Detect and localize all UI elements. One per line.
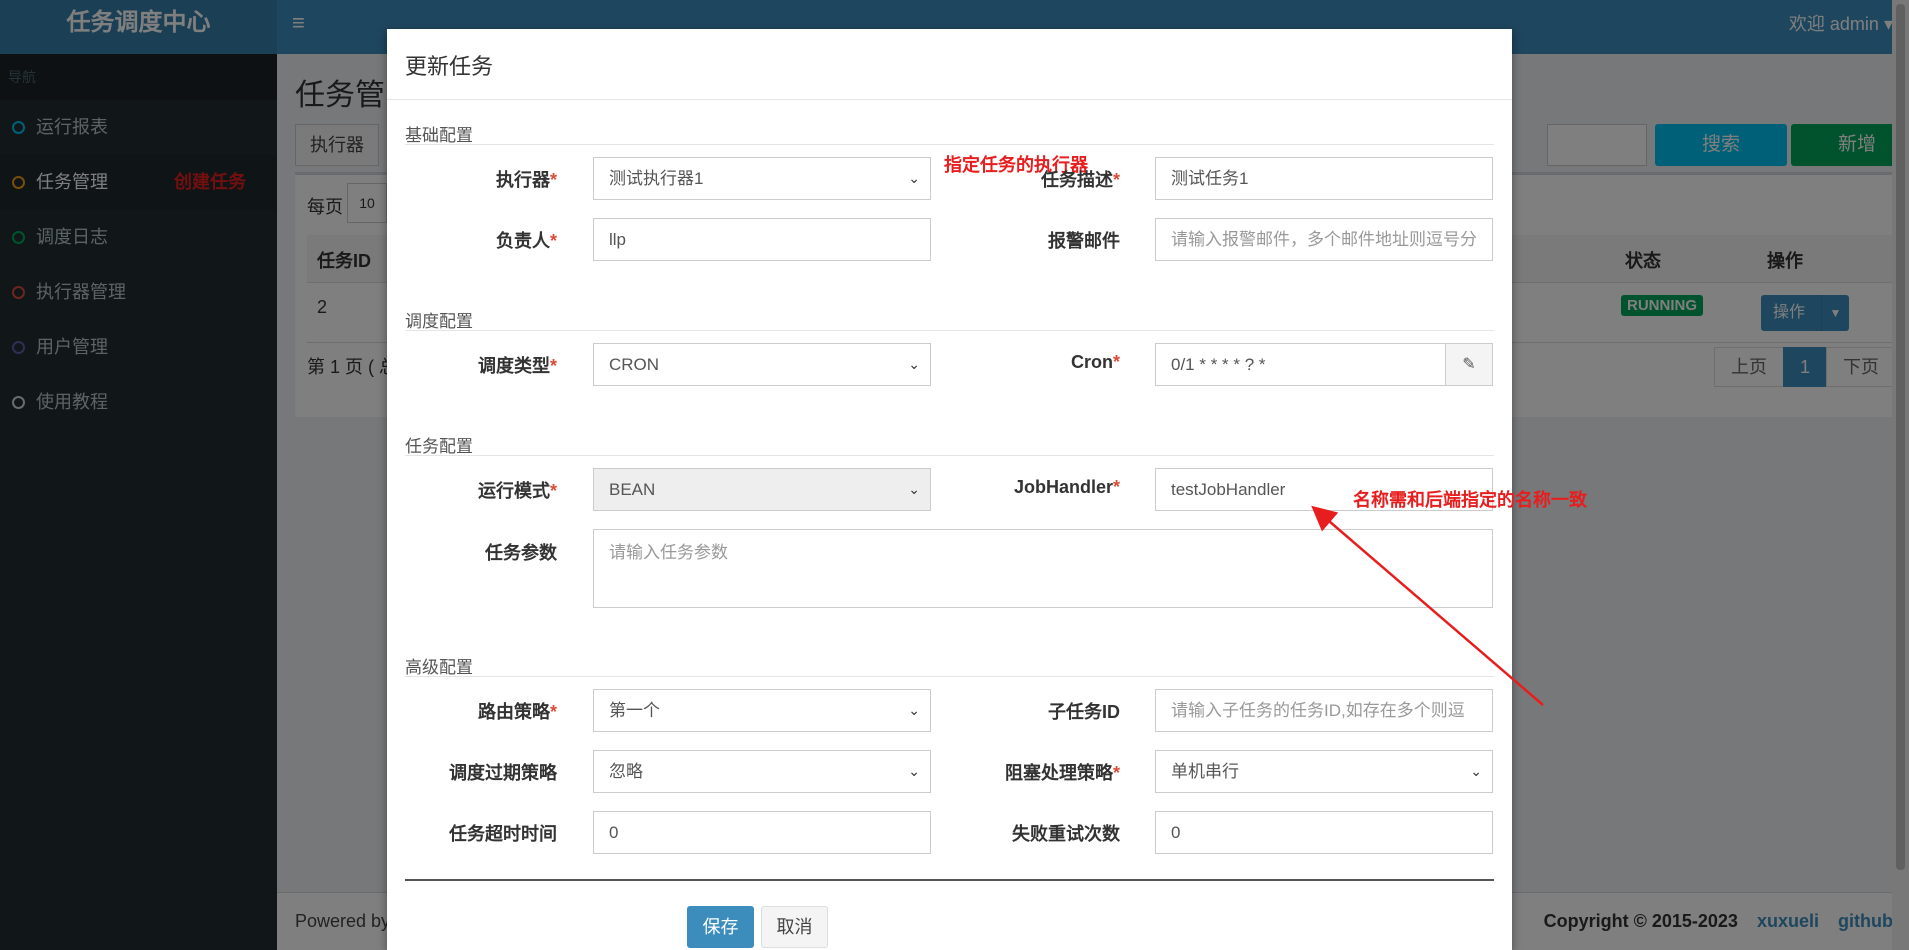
misfire-strategy-select[interactable]: 忽略 ⌄ (593, 750, 931, 793)
update-task-modal: 更新任务 基础配置 指定任务的执行器 执行器* 测试执行器1 ⌄ 任务描述* 测试… (387, 29, 1512, 950)
modal-header-divider (387, 99, 1512, 100)
owner-label: 负责人* (495, 231, 557, 251)
section-divider (405, 455, 1494, 456)
run-mode-select[interactable]: BEAN ⌄ (593, 468, 931, 511)
form-divider (405, 879, 1494, 881)
task-desc-input[interactable]: 测试任务1 (1155, 157, 1493, 200)
timeout-label: 任务超时时间 (449, 824, 557, 844)
section-advanced-config: 高级配置 (405, 658, 473, 677)
timeout-input[interactable]: 0 (593, 811, 931, 854)
chevron-down-icon: ⌄ (908, 763, 920, 779)
run-mode-label: 运行模式* (477, 481, 557, 501)
alarm-email-label: 报警邮件 (1048, 231, 1120, 251)
annotation-arrow (1311, 505, 1544, 706)
cron-label: Cron* (1070, 352, 1120, 372)
owner-input[interactable]: llp (593, 218, 931, 261)
block-strategy-label: 阻塞处理策略* (1004, 763, 1120, 783)
child-job-id-label: 子任务ID (1048, 702, 1120, 722)
executor-label: 执行器* (495, 170, 557, 190)
save-button[interactable]: 保存 (687, 906, 754, 948)
alarm-email-input[interactable]: 请输入报警邮件，多个邮件地址则逗号分 (1155, 218, 1493, 261)
section-task-config: 任务配置 (405, 437, 473, 456)
route-strategy-label: 路由策略* (477, 702, 557, 722)
executor-select[interactable]: 测试执行器1 ⌄ (593, 157, 931, 200)
section-divider (405, 330, 1494, 331)
retry-count-input[interactable]: 0 (1155, 811, 1493, 854)
chevron-down-icon: ⌄ (1470, 763, 1482, 779)
block-strategy-select[interactable]: 单机串行 ⌄ (1155, 750, 1493, 793)
section-basic-config: 基础配置 (405, 126, 473, 145)
retry-count-label: 失败重试次数 (1012, 824, 1120, 844)
edit-icon[interactable]: ✎ (1445, 343, 1493, 386)
task-desc-label: 任务描述* (1040, 170, 1120, 190)
chevron-down-icon: ⌄ (908, 481, 920, 497)
schedule-type-label: 调度类型* (477, 356, 557, 376)
section-schedule-config: 调度配置 (405, 312, 473, 331)
modal-title: 更新任务 (405, 54, 494, 79)
misfire-strategy-label: 调度过期策略 (449, 763, 557, 783)
cron-input[interactable]: 0/1 * * * * ? * (1155, 343, 1446, 386)
task-params-label: 任务参数 (485, 543, 557, 563)
schedule-type-select[interactable]: CRON ⌄ (593, 343, 931, 386)
chevron-down-icon: ⌄ (908, 702, 920, 718)
section-divider (405, 144, 1494, 145)
chevron-down-icon: ⌄ (908, 356, 920, 372)
job-handler-label: JobHandler* (1013, 477, 1120, 497)
route-strategy-select[interactable]: 第一个 ⌄ (593, 689, 931, 732)
cancel-button[interactable]: 取消 (761, 906, 828, 948)
chevron-down-icon: ⌄ (908, 170, 920, 186)
